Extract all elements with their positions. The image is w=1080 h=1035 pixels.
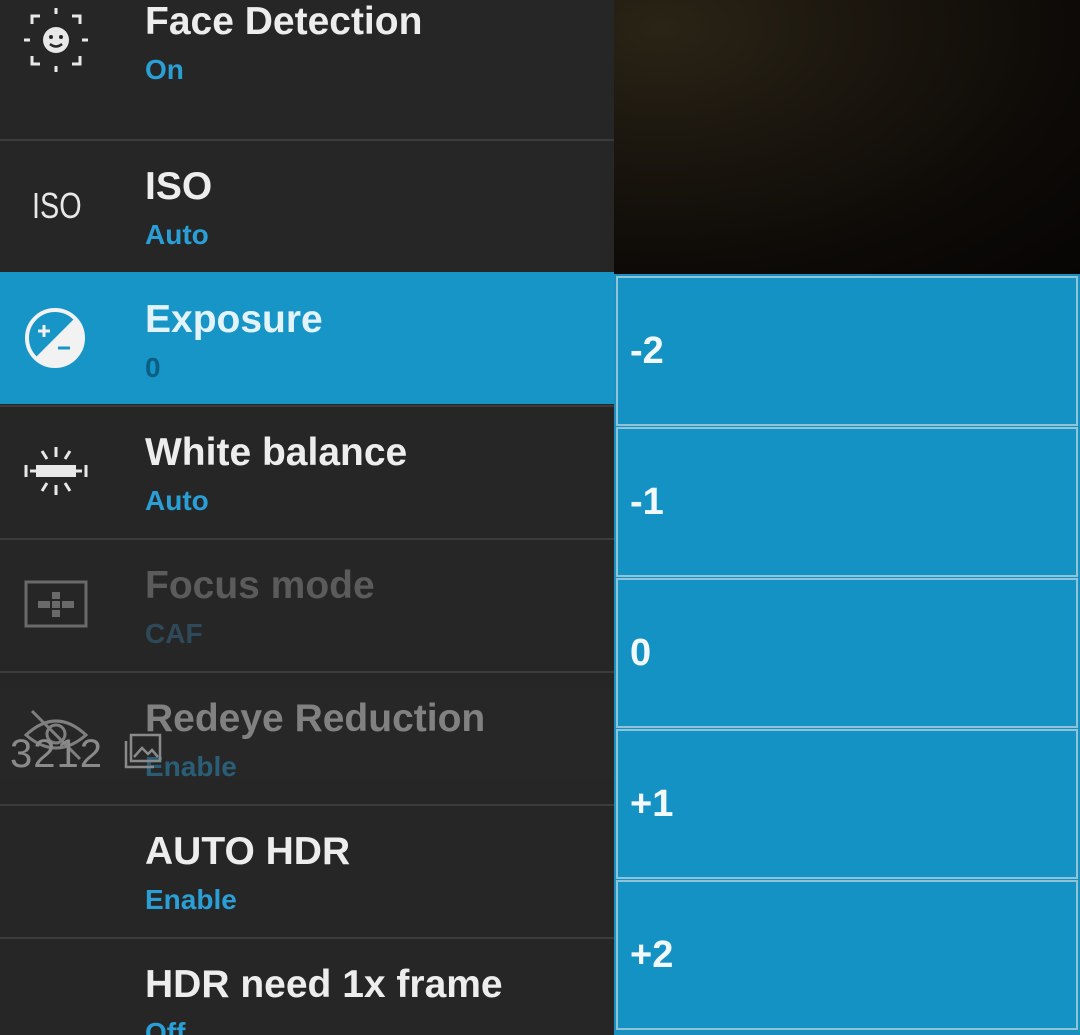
setting-value: Auto	[145, 219, 209, 250]
exposure-option[interactable]: -1	[616, 427, 1078, 577]
setting-title: White balance	[145, 431, 408, 474]
option-label: +2	[630, 934, 674, 976]
white-balance-icon	[18, 433, 94, 509]
exposure-option[interactable]: 0	[616, 578, 1078, 728]
setting-value: 0	[145, 352, 161, 383]
setting-title: ISO	[145, 165, 213, 208]
exposure-option[interactable]: -2	[616, 276, 1078, 426]
setting-auto-hdr[interactable]: AUTO HDR Enable	[0, 804, 614, 936]
setting-face-detection[interactable]: Face Detection On	[0, 0, 614, 106]
setting-value: CAF	[145, 618, 203, 649]
photo-count: 3212	[10, 732, 103, 776]
setting-exposure[interactable]: Exposure 0	[0, 272, 614, 404]
setting-title: Face Detection	[145, 0, 423, 43]
camera-viewfinder	[614, 0, 1080, 274]
option-label: -1	[630, 481, 664, 523]
setting-title: Redeye Reduction	[145, 697, 486, 740]
setting-title: Exposure	[145, 298, 323, 341]
setting-focus-mode: Focus mode CAF	[0, 538, 614, 670]
setting-white-balance[interactable]: White balance Auto	[0, 405, 614, 537]
exposure-option[interactable]: +1	[616, 729, 1078, 879]
setting-title: Focus mode	[145, 564, 375, 607]
setting-title: HDR need 1x frame	[145, 963, 503, 1006]
setting-value: Off	[145, 1017, 186, 1035]
setting-value: On	[145, 54, 184, 85]
option-label: -2	[630, 330, 664, 372]
exposure-options-panel: -2 -1 0 +1 +2	[614, 274, 1080, 1035]
setting-iso[interactable]: ISO ISO Auto	[0, 139, 614, 271]
setting-hdr-need-frame[interactable]: HDR need 1x frame Off	[0, 937, 614, 1035]
focus-mode-icon	[18, 566, 94, 642]
setting-value: Auto	[145, 485, 209, 516]
option-label: +1	[630, 783, 674, 825]
face-detection-icon	[18, 2, 94, 78]
setting-value: Enable	[145, 884, 237, 915]
exposure-icon	[18, 300, 94, 376]
iso-icon: ISO	[32, 185, 82, 226]
setting-title: AUTO HDR	[145, 830, 351, 873]
gallery-icon[interactable]	[124, 733, 162, 769]
settings-menu: Face Detection On ISO ISO Auto Exposure …	[0, 0, 614, 1035]
option-label: 0	[630, 632, 652, 674]
exposure-option[interactable]: +2	[616, 880, 1078, 1030]
